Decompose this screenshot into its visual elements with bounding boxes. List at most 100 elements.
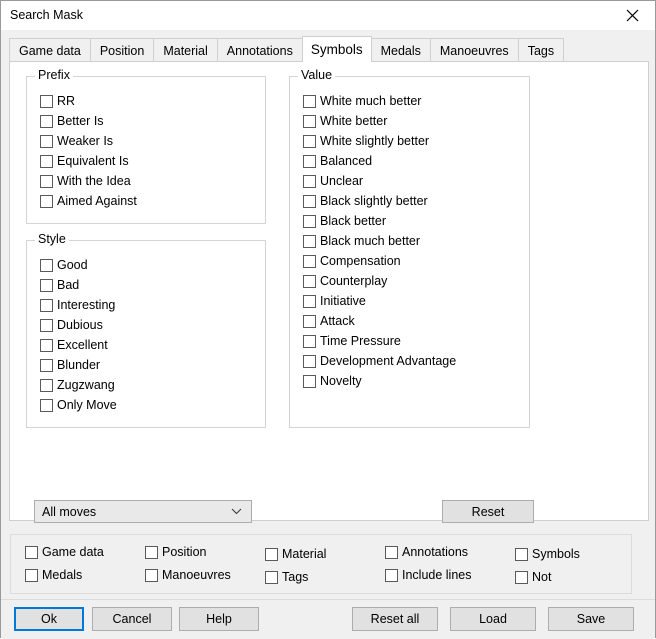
checkbox-box[interactable] [303, 94, 316, 108]
ok-button[interactable]: Ok [14, 607, 84, 631]
checkbox-with-the-idea[interactable]: With the Idea [40, 171, 137, 191]
scope-checkbox-position[interactable]: Position [145, 546, 206, 559]
checkbox-box[interactable] [385, 546, 398, 559]
checkbox-box[interactable] [40, 318, 53, 332]
checkbox-rr[interactable]: RR [40, 91, 137, 111]
checkbox-box[interactable] [145, 546, 158, 559]
checkbox-box[interactable] [303, 114, 316, 128]
checkbox-box[interactable] [25, 569, 38, 582]
checkbox-unclear[interactable]: Unclear [303, 171, 456, 191]
checkbox-box[interactable] [40, 378, 53, 392]
checkbox-label: Material [282, 547, 327, 561]
checkbox-box[interactable] [303, 194, 316, 208]
checkbox-box[interactable] [385, 569, 398, 582]
checkbox-white-much-better[interactable]: White much better [303, 91, 456, 111]
checkbox-bad[interactable]: Bad [40, 275, 117, 295]
scope-checkbox-manoeuvres[interactable]: Manoeuvres [145, 569, 231, 582]
checkbox-initiative[interactable]: Initiative [303, 291, 456, 311]
checkbox-box[interactable] [265, 548, 278, 561]
scope-checkbox-game-data[interactable]: Game data [25, 546, 104, 559]
checkbox-time-pressure[interactable]: Time Pressure [303, 331, 456, 351]
checkbox-box[interactable] [515, 548, 528, 561]
tab-medals[interactable]: Medals [370, 38, 431, 62]
checkbox-box[interactable] [40, 114, 53, 128]
checkbox-box[interactable] [303, 154, 316, 168]
tab-annotations[interactable]: Annotations [216, 38, 303, 62]
checkbox-zugzwang[interactable]: Zugzwang [40, 375, 117, 395]
checkbox-box[interactable] [40, 278, 53, 292]
save-button[interactable]: Save [548, 607, 634, 631]
scope-checkbox-material[interactable]: Material [265, 548, 326, 561]
tab-tags[interactable]: Tags [517, 38, 565, 62]
checkbox-weaker-is[interactable]: Weaker Is [40, 131, 137, 151]
checkbox-dubious[interactable]: Dubious [40, 315, 117, 335]
checkbox-better-is[interactable]: Better Is [40, 111, 137, 131]
checkbox-box[interactable] [40, 358, 53, 372]
checkbox-good[interactable]: Good [40, 255, 117, 275]
search-mask-dialog: Search Mask Game data Position Material … [0, 0, 656, 639]
load-button[interactable]: Load [450, 607, 536, 631]
checkbox-blunder[interactable]: Blunder [40, 355, 117, 375]
checkbox-box[interactable] [40, 298, 53, 312]
scope-checkbox-tags[interactable]: Tags [265, 571, 308, 584]
checkbox-box[interactable] [40, 258, 53, 272]
checkbox-black-much-better[interactable]: Black much better [303, 231, 456, 251]
scope-checkbox-not[interactable]: Not [515, 571, 551, 584]
checkbox-box[interactable] [303, 294, 316, 308]
checkbox-box[interactable] [265, 571, 278, 584]
help-button[interactable]: Help [179, 607, 259, 631]
scope-checkbox-annotations[interactable]: Annotations [385, 546, 468, 559]
tab-material[interactable]: Material [153, 38, 218, 62]
checkbox-novelty[interactable]: Novelty [303, 371, 456, 391]
checkbox-box[interactable] [40, 194, 53, 208]
checkbox-compensation[interactable]: Compensation [303, 251, 456, 271]
checkbox-box[interactable] [303, 274, 316, 288]
tab-game-data[interactable]: Game data [9, 38, 91, 62]
checkbox-box[interactable] [145, 569, 158, 582]
checkbox-box[interactable] [303, 234, 316, 248]
checkbox-box[interactable] [303, 354, 316, 368]
checkbox-box[interactable] [303, 374, 316, 388]
checkbox-box[interactable] [40, 174, 53, 188]
tab-symbols[interactable]: Symbols [301, 36, 372, 62]
checkbox-development-advantage[interactable]: Development Advantage [303, 351, 456, 371]
checkbox-box[interactable] [40, 134, 53, 148]
checkbox-attack[interactable]: Attack [303, 311, 456, 331]
checkbox-only-move[interactable]: Only Move [40, 395, 117, 415]
checkbox-white-better[interactable]: White better [303, 111, 456, 131]
checkbox-box[interactable] [303, 254, 316, 268]
checkbox-box[interactable] [303, 334, 316, 348]
checkbox-box[interactable] [40, 94, 53, 108]
checkbox-box[interactable] [303, 214, 316, 228]
checkbox-box[interactable] [303, 174, 316, 188]
tab-manoeuvres[interactable]: Manoeuvres [429, 38, 519, 62]
checkbox-counterplay[interactable]: Counterplay [303, 271, 456, 291]
close-icon[interactable] [610, 1, 655, 30]
checkbox-balanced[interactable]: Balanced [303, 151, 456, 171]
checkbox-box[interactable] [303, 314, 316, 328]
scope-checkbox-include-lines[interactable]: Include lines [385, 569, 472, 582]
checkbox-white-slightly-better[interactable]: White slightly better [303, 131, 456, 151]
reset-button[interactable]: Reset [442, 500, 534, 523]
tab-position[interactable]: Position [89, 38, 155, 62]
checkbox-box[interactable] [303, 134, 316, 148]
checkbox-interesting[interactable]: Interesting [40, 295, 117, 315]
prefix-checkbox-list: RR Better Is Weaker Is Equivalent Is Wit… [40, 91, 137, 211]
checkbox-black-slightly-better[interactable]: Black slightly better [303, 191, 456, 211]
checkbox-box[interactable] [40, 338, 53, 352]
scope-checkbox-medals[interactable]: Medals [25, 569, 82, 582]
checkbox-box[interactable] [25, 546, 38, 559]
checkbox-box[interactable] [515, 571, 528, 584]
scope-checkbox-symbols[interactable]: Symbols [515, 548, 580, 561]
moves-filter-dropdown[interactable]: All moves [34, 500, 252, 523]
checkbox-box[interactable] [40, 154, 53, 168]
ok-button-label: Ok [41, 612, 57, 626]
checkbox-black-better[interactable]: Black better [303, 211, 456, 231]
cancel-button[interactable]: Cancel [92, 607, 172, 631]
checkbox-aimed-against[interactable]: Aimed Against [40, 191, 137, 211]
checkbox-equivalent-is[interactable]: Equivalent Is [40, 151, 137, 171]
reset-all-button[interactable]: Reset all [352, 607, 438, 631]
checkbox-box[interactable] [40, 398, 53, 412]
cancel-button-label: Cancel [112, 612, 152, 626]
checkbox-excellent[interactable]: Excellent [40, 335, 117, 355]
